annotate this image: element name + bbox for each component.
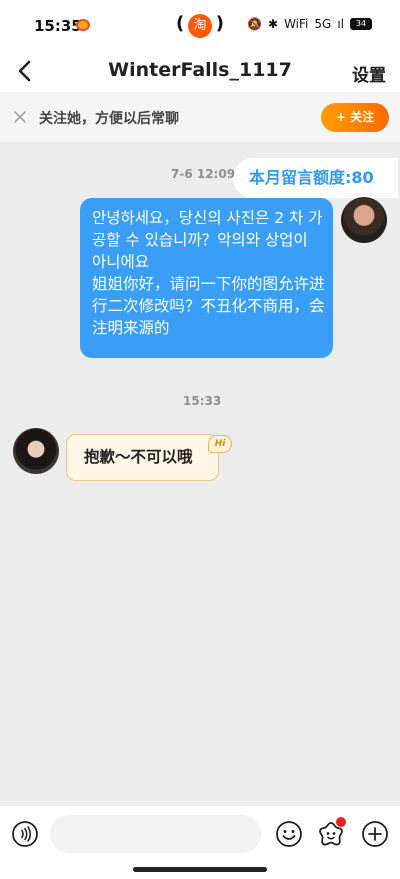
page-title: WinterFalls_1117: [108, 59, 292, 81]
battery-icon: 34: [350, 18, 372, 30]
message-timestamp: 15:33: [183, 394, 222, 408]
sent-message-bubble[interactable]: 안녕하세요，당신의 사진은 2 차 가공할 수 있습니까？악의와 상업이 아니에…: [80, 198, 333, 358]
self-avatar[interactable]: [341, 197, 387, 243]
message-quota-badge: 本月留言额度:80: [233, 158, 398, 198]
home-indicator: [133, 867, 267, 872]
follow-prompt-text: 关注她，方便以后常聊: [39, 111, 179, 127]
add-button[interactable]: [361, 820, 389, 848]
emoji-button[interactable]: [275, 820, 303, 848]
notification-dot: [336, 817, 346, 827]
wifi-icon: WiFi: [284, 17, 309, 31]
add-icon: [362, 821, 388, 847]
contact-avatar[interactable]: [13, 428, 59, 474]
signal-icon: ıl: [337, 17, 344, 31]
weibo-icon: [76, 19, 90, 31]
voice-icon: [12, 821, 38, 847]
settings-button[interactable]: 设置: [352, 61, 386, 86]
follow-banner: 关注她，方便以后常聊 + 关注: [0, 92, 400, 142]
chat-area[interactable]: 本月留言额度:80 7-6 12:09 안녕하세요，당신의 사진은 2 차 가공…: [0, 142, 400, 806]
status-indicators: 🔕 ✱ WiFi 5G ıl 34: [247, 17, 372, 31]
received-message-bubble[interactable]: 抱歉～不可以哦: [66, 434, 219, 481]
follow-button[interactable]: + 关注: [321, 103, 389, 132]
voice-button[interactable]: [11, 820, 39, 848]
message-timestamp: 7-6 12:09: [171, 167, 236, 181]
emoji-icon: [276, 821, 302, 847]
status-time: 15:35: [34, 17, 82, 35]
close-icon[interactable]: [12, 109, 28, 125]
island-left-bracket: (: [176, 13, 185, 34]
message-input[interactable]: [50, 815, 261, 853]
input-bar: [0, 806, 400, 879]
nav-bar: WinterFalls_1117 设置: [0, 50, 400, 92]
close-glyph: [14, 111, 26, 123]
taobao-icon: 淘: [188, 14, 212, 38]
island-right-bracket: ): [215, 13, 224, 34]
status-bar: 15:35 ( 淘 ) 🔕 ✱ WiFi 5G ıl 34: [0, 0, 400, 50]
bluetooth-icon: ✱: [268, 17, 279, 31]
network-5g-icon: 5G: [314, 17, 332, 31]
mute-icon: 🔕: [247, 17, 263, 31]
dynamic-island[interactable]: ( 淘 ): [176, 12, 224, 40]
hi-badge: Hi: [208, 435, 232, 453]
